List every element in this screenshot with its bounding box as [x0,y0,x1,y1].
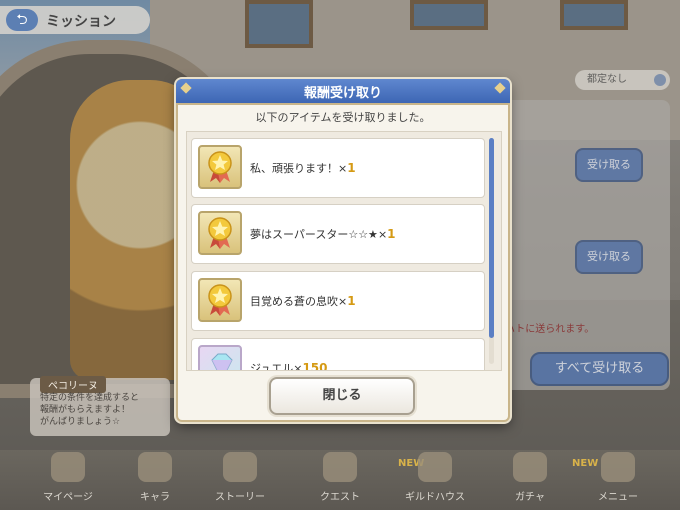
window [560,0,628,30]
reward-item: 夢はスーパースター☆☆★×1 [191,204,485,264]
window [245,0,313,48]
nav-label: クエスト [320,492,360,503]
character-dialog-text: 特定の条件を達成すると 報酬がもらえますよ！ がんばりましょう☆ [40,393,140,427]
nav-item-menu[interactable]: メニュー [578,452,658,507]
gacha-icon [513,452,547,482]
reward-quantity: 1 [387,227,396,241]
reward-list[interactable]: 私、頑張ります！×1 夢はスーパースター☆☆★×1 目覚める蒼の息吹×1 ジュエ… [186,131,502,371]
nav-item-character[interactable]: キャラ [115,452,195,507]
character-icon [138,452,172,482]
close-button[interactable]: 閉じる [269,377,415,415]
reward-modal: 報酬受け取り 以下のアイテムを受け取りました。 私、頑張ります！×1 夢はスーパ… [176,79,510,422]
sort-label: 都定なし [587,74,627,85]
reward-quantity: 150 [302,361,328,371]
gold-star-medal-icon [198,145,242,189]
menu-icon [601,452,635,482]
claim-button[interactable]: 受け取る [575,148,643,182]
reward-quantity: 1 [347,294,356,308]
quest-sword-icon [323,452,357,482]
nav-label: ギルドハウス [405,492,465,503]
reward-name: 私、頑張ります！×1 [250,161,356,175]
reward-name: 目覚める蒼の息吹×1 [250,294,356,308]
modal-titlebar: 報酬受け取り [176,79,510,105]
gold-star-medal-icon [198,211,242,255]
reward-item: 目覚める蒼の息吹×1 [191,271,485,331]
mailbox-note: ハトに送られます。 [505,324,595,335]
modal-message: 以下のアイテムを受け取りました。 [255,111,431,124]
claim-all-button[interactable]: すべて受け取る [530,352,669,386]
reward-label: ジュエル [250,362,294,371]
nav-item-story[interactable]: ストーリー [200,452,280,507]
nav-label: キャラ [140,492,170,503]
reward-name: 夢はスーパースター☆☆★×1 [250,227,396,241]
nav-item-mypage[interactable]: マイページ [28,452,108,507]
home-icon [51,452,85,482]
jewel-icon [198,345,242,370]
nav-label: ガチャ [515,492,545,503]
nav-item-quest[interactable]: クエスト [300,452,380,507]
nav-label: メニュー [598,492,638,503]
reward-quantity: 1 [347,161,356,175]
reward-item: ジュエル×150 [191,338,485,371]
sort-filter-toggle[interactable]: 都定なし [575,70,670,90]
back-arrow-icon[interactable]: ⮌ [6,9,38,31]
reward-label: 私、頑張ります！ [250,162,338,175]
toggle-knob [654,74,666,86]
scrollbar[interactable] [489,138,494,364]
claim-button[interactable]: 受け取る [575,240,643,274]
reward-name: ジュエル×150 [250,360,328,371]
modal-title: 報酬受け取り [303,86,382,101]
reward-label: 目覚める蒼の息吹 [250,295,338,308]
nav-item-guild-house[interactable]: ギルドハウス [395,452,475,507]
nav-label: ストーリー [215,492,265,503]
page-title: ミッション [46,14,116,30]
scroll-thumb[interactable] [489,138,494,338]
window [410,0,488,30]
reward-label: 夢はスーパースター☆☆★ [250,228,378,241]
story-icon [223,452,257,482]
guild-house-icon [418,452,452,482]
gold-star-medal-icon [198,278,242,322]
character-name: ペコリーヌ [40,376,106,393]
nav-label: マイページ [43,492,93,503]
nav-item-gacha[interactable]: ガチャ [490,452,570,507]
reward-item: 私、頑張ります！×1 [191,138,485,198]
